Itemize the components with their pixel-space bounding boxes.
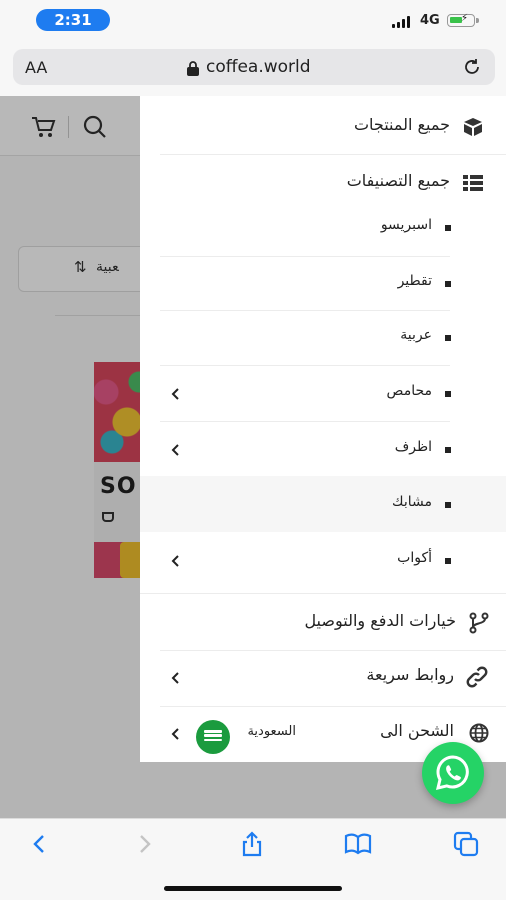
menu-divider [160, 154, 506, 155]
submenu-label: اظرف [394, 439, 432, 455]
submenu-item-cups[interactable]: أكواب [140, 533, 506, 587]
share-icon[interactable] [238, 830, 266, 858]
bullet-icon [445, 335, 451, 341]
bullet-icon [445, 391, 451, 397]
split-icon [469, 612, 489, 634]
signal-icon [392, 16, 410, 28]
bullet-icon [445, 447, 451, 453]
battery-nub [476, 18, 479, 23]
chevron-left-icon[interactable] [170, 728, 182, 740]
whatsapp-icon [435, 755, 469, 791]
battery-icon: ⚡ [447, 13, 475, 27]
submenu-item-espresso[interactable]: اسبريسو [140, 200, 506, 254]
back-icon[interactable] [26, 830, 54, 858]
chevron-left-icon[interactable] [170, 388, 182, 400]
submenu-label: تقطير [397, 273, 432, 289]
menu-label: جميع التصنيفات [346, 171, 450, 190]
reload-icon[interactable] [462, 57, 482, 77]
menu-item-payment-shipping[interactable]: خيارات الدفع والتوصيل [140, 596, 506, 650]
submenu-item-roasters[interactable]: محامص [140, 366, 506, 420]
url-text[interactable]: coffea.world [206, 57, 311, 77]
network-label: 4G [420, 13, 440, 28]
bullet-icon [445, 281, 451, 287]
submenu-item-arabic[interactable]: عربية [140, 310, 506, 364]
box-icon [464, 118, 482, 136]
bookmarks-icon[interactable] [344, 830, 372, 858]
whatsapp-button[interactable] [422, 742, 484, 804]
home-indicator [164, 886, 342, 891]
chevron-left-icon[interactable] [170, 555, 182, 567]
menu-label: خيارات الدفع والتوصيل [304, 611, 456, 630]
bullet-icon [445, 225, 451, 231]
globe-icon [469, 723, 489, 743]
side-menu: جميع المنتجات جميع التصنيفات اسبريسو تقط… [140, 96, 506, 762]
submenu-label: مشابك [392, 494, 432, 510]
text-size-button[interactable]: AA [25, 58, 47, 77]
submenu-item-envelopes[interactable]: اظرف [140, 422, 506, 476]
list-icon [463, 175, 483, 191]
bullet-icon [445, 558, 451, 564]
bullet-icon [445, 502, 451, 508]
tabs-icon[interactable] [452, 830, 480, 858]
menu-label: الشحن الى [380, 721, 454, 740]
submenu-label: محامص [386, 383, 432, 399]
menu-label: جميع المنتجات [353, 115, 450, 134]
submenu-item-drip[interactable]: تقطير [140, 256, 506, 310]
submenu-item-clips[interactable]: مشابك [140, 477, 506, 531]
menu-label: روابط سريعة [366, 665, 454, 684]
status-time: 2:31 [36, 9, 110, 31]
forward-icon[interactable] [130, 830, 158, 858]
lock-icon [187, 61, 199, 76]
link-icon [466, 666, 488, 688]
menu-item-all-products[interactable]: جميع المنتجات [140, 100, 506, 154]
saudi-flag-icon [196, 720, 230, 754]
chevron-left-icon[interactable] [170, 444, 182, 456]
chevron-left-icon[interactable] [170, 672, 182, 684]
submenu-label: اسبريسو [380, 217, 432, 233]
menu-divider [140, 593, 506, 594]
submenu-label: عربية [400, 327, 432, 343]
menu-item-quick-links[interactable]: روابط سريعة [140, 650, 506, 704]
submenu-label: أكواب [397, 550, 432, 566]
country-label: السعودية [247, 724, 296, 739]
